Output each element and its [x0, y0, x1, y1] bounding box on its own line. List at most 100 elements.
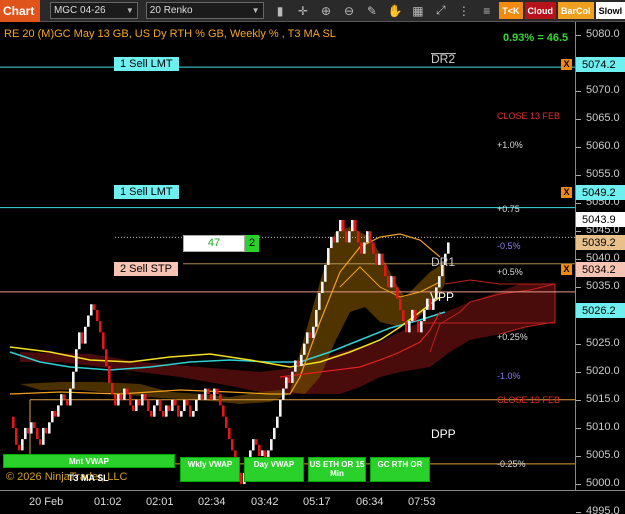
y-tick-label: 5010.0	[586, 420, 620, 433]
renko-up-brick	[318, 293, 321, 310]
wkly-vwap-label: Wkly VWAP	[187, 460, 233, 469]
position-count-box[interactable]: 2	[245, 235, 259, 252]
renko-up-brick	[69, 388, 72, 406]
close-order-icon[interactable]: X	[561, 59, 572, 70]
chart-tab[interactable]: Chart	[0, 0, 40, 22]
renko-up-brick	[291, 371, 294, 383]
renko-down-brick	[387, 276, 390, 288]
renko-up-brick	[261, 450, 264, 456]
renko-up-brick	[279, 399, 282, 417]
renko-up-brick	[75, 349, 78, 372]
flag-slowl[interactable]: Slowl	[595, 2, 625, 19]
renko-down-brick	[405, 321, 408, 333]
bar-type-selector[interactable]: 20 Renko ▼	[145, 2, 264, 19]
renko-up-brick	[252, 439, 255, 451]
hand-icon[interactable]: ✋	[384, 2, 405, 20]
renko-down-brick	[96, 309, 99, 322]
renko-down-brick	[381, 253, 384, 265]
renko-up-brick	[24, 427, 27, 440]
renko-down-brick	[342, 219, 345, 232]
dpp-label: DPP	[431, 427, 456, 441]
price-label-ma: 5026.2	[576, 303, 625, 318]
renko-down-brick	[159, 399, 162, 412]
order-sell-stp[interactable]: 2 Sell STP	[114, 262, 178, 276]
price-axis[interactable]: 5080.05075.05070.05065.05060.05055.05050…	[575, 22, 625, 514]
renko-down-brick	[174, 399, 177, 406]
close-order-icon[interactable]: X	[561, 187, 572, 198]
level-lines	[0, 53, 575, 465]
price-label-sell-stp: 5034.2	[576, 262, 625, 277]
dr2-label: DR2	[431, 52, 456, 66]
day-vwap-button[interactable]: Day VWAP	[244, 457, 304, 482]
pencil-icon[interactable]: ✎	[361, 2, 382, 20]
x-tick-label: 02:01	[146, 496, 174, 508]
price-label-sell-lmt-lower: 5049.2	[576, 185, 625, 200]
gc-rth-or-button[interactable]: GC RTH OR	[370, 457, 430, 482]
renko-up-brick	[426, 298, 429, 310]
renko-up-brick	[171, 399, 174, 412]
bars-icon[interactable]: ▮	[270, 2, 291, 20]
renko-down-brick	[201, 394, 204, 400]
x-tick-label: 01:02	[94, 496, 122, 508]
instrument-selector[interactable]: MGC 04-26 ▼	[49, 2, 138, 19]
renko-up-brick	[87, 315, 90, 327]
zoom-in-icon[interactable]: ⊕	[316, 2, 337, 20]
chart-title: RE 20 (M)GC May 13 GB, US Dy RTH % GB, W…	[4, 28, 336, 40]
renko-down-brick	[93, 304, 96, 310]
close13-label: CLOSE 13 FEB	[497, 111, 561, 121]
x-tick-label: 20 Feb	[29, 496, 64, 508]
copyright-text: © 2026 NinjaTrader, LLC	[6, 471, 128, 483]
flag-barcol[interactable]: BarCol	[558, 2, 594, 19]
renko-down-brick	[99, 321, 102, 333]
us-eth-or-button[interactable]: US ETH OR 15 Min	[308, 457, 366, 482]
renko-up-brick	[204, 388, 207, 400]
renko-down-brick	[231, 439, 234, 451]
close19-label: CLOSE 19 FEB	[497, 395, 561, 405]
y-tick-label: 5005.0	[586, 449, 620, 461]
mnt-vwap-label: Mnt VWAP	[69, 457, 109, 466]
crosshair-icon[interactable]: ✛	[293, 2, 314, 20]
renko-up-brick	[378, 253, 381, 265]
renko-up-brick	[60, 394, 63, 406]
renko-up-brick	[183, 399, 186, 412]
dots-icon[interactable]: ⋮	[453, 2, 474, 20]
plus075-label: +0.75	[497, 204, 520, 214]
renko-up-brick	[30, 422, 33, 434]
renko-up-brick	[78, 332, 81, 350]
renko-up-brick	[282, 388, 285, 400]
renko-down-brick	[375, 253, 378, 265]
renko-up-brick	[153, 405, 156, 417]
renko-down-brick	[168, 405, 171, 412]
wkly-vwap-button[interactable]: Wkly VWAP	[180, 457, 240, 482]
renko-down-brick	[33, 422, 36, 428]
renko-up-brick	[192, 411, 195, 417]
order-sell-lmt-lower[interactable]: 1 Sell LMT	[114, 185, 179, 199]
chevron-down-icon: ▼	[125, 6, 134, 15]
fit-icon[interactable]: ⤢	[430, 2, 451, 20]
position-qty-box[interactable]: 47	[183, 235, 245, 252]
renko-down-brick	[111, 382, 114, 395]
time-axis[interactable]: 20 Feb 01:02 02:01 02:34 03:42 05:17 06:34 07:5…	[0, 490, 625, 514]
renko-up-brick	[42, 427, 45, 445]
renko-down-brick	[414, 309, 417, 322]
order-sell-lmt-upper[interactable]: 1 Sell LMT	[114, 57, 179, 71]
renko-down-brick	[393, 276, 396, 288]
close-order-icon[interactable]: X	[561, 264, 572, 275]
flag-cloud[interactable]: Cloud	[524, 2, 557, 19]
y-tick-label: 5065.0	[586, 111, 620, 124]
y-tick-label: 5035.0	[586, 280, 620, 293]
renko-down-brick	[333, 236, 336, 243]
zoom-out-icon[interactable]: ⊖	[339, 2, 360, 20]
renko-down-brick	[417, 321, 420, 333]
mnt-vwap-button[interactable]: Mnt VWAP	[3, 454, 175, 468]
renko-up-brick	[327, 248, 330, 265]
grid-icon[interactable]: ▦	[407, 2, 428, 20]
renko-up-brick	[321, 281, 324, 294]
bars-small-icon[interactable]: ≡	[476, 2, 497, 20]
renko-up-brick	[117, 394, 120, 406]
plus05-label: +0.5%	[497, 267, 523, 277]
flag-tk[interactable]: T<K	[499, 2, 523, 19]
renko-up-brick	[276, 416, 279, 428]
price-panel[interactable]	[0, 22, 575, 490]
y-tick-label: 5025.0	[586, 336, 620, 349]
